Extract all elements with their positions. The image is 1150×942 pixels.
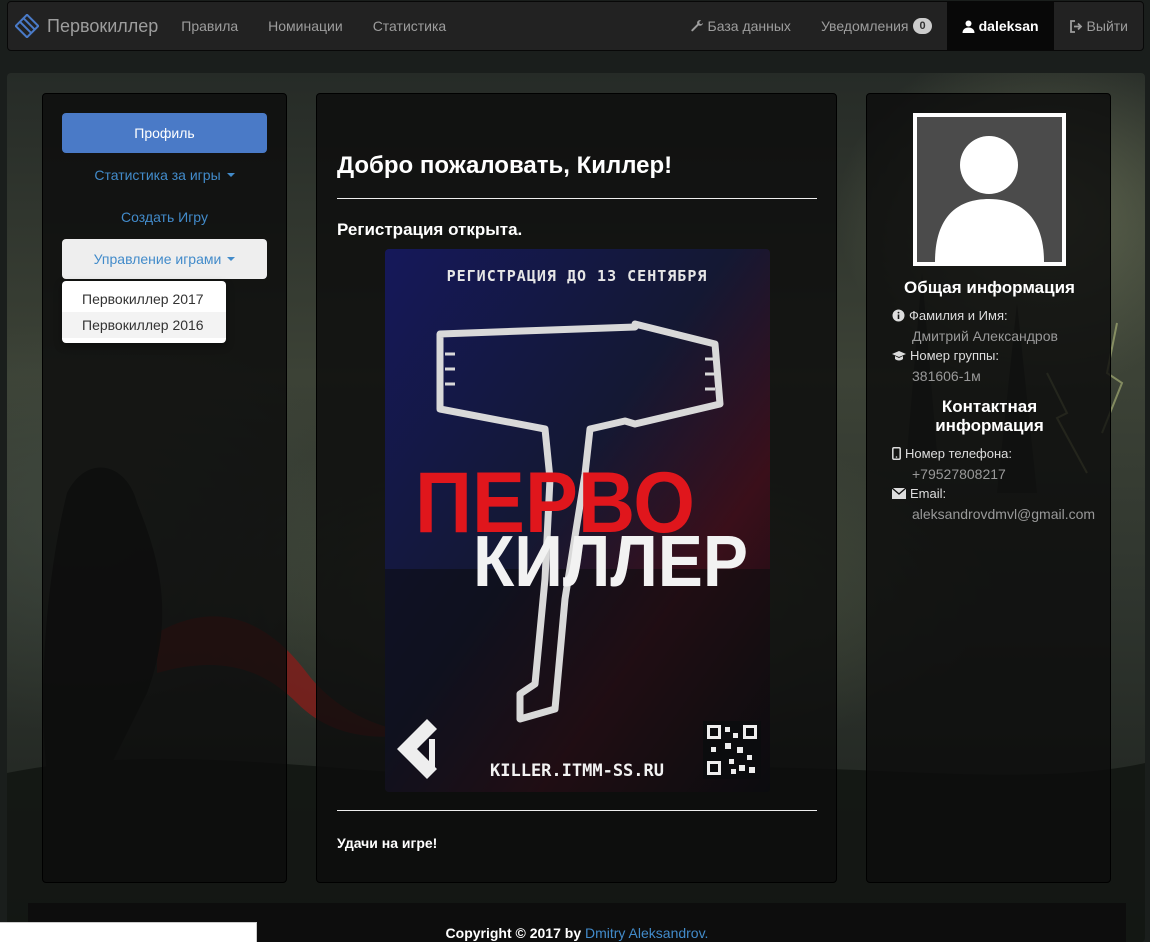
nav-user-label: daleksan <box>978 18 1039 34</box>
phone-label: Номер телефона: <box>892 446 1012 461</box>
email-label-text: Email: <box>910 486 947 501</box>
copyright-text: Copyright © 2017 by <box>445 925 582 941</box>
dropdown-item-2016[interactable]: Первокиллер 2016 <box>62 312 226 338</box>
phone-value: +79527808217 <box>912 466 1006 482</box>
good-luck-text: Удачи на игре! <box>337 835 438 851</box>
user-icon <box>962 20 975 33</box>
nav-logout[interactable]: Выйти <box>1054 2 1143 50</box>
wrench-icon <box>690 20 703 32</box>
nav-rules[interactable]: Правила <box>166 2 253 50</box>
notifications-badge: 0 <box>913 18 932 34</box>
general-info-title: Общая информация <box>904 278 1075 297</box>
bottom-left-bar <box>0 922 257 942</box>
profile-button[interactable]: Профиль <box>62 113 267 153</box>
manage-games-label: Управление играми <box>93 251 222 267</box>
stats-dropdown-toggle[interactable]: Статистика за игры <box>62 155 267 195</box>
registration-status: Регистрация открыта. <box>337 220 523 239</box>
brand[interactable]: Первокиллер <box>8 2 166 50</box>
author-link[interactable]: Dmitry Aleksandrov. <box>585 925 708 941</box>
stats-dropdown-label: Статистика за игры <box>94 167 221 183</box>
poster-top-text: РЕГИСТРАЦИЯ ДО 13 СЕНТЯБРЯ <box>447 267 708 285</box>
email-value: aleksandrovdmvl@gmail.com <box>912 506 1096 522</box>
top-navbar: Первокиллер Правила Номинации Статистика… <box>7 1 1144 51</box>
main-content-panel: Добро пожаловать, Киллер! Регистрация от… <box>316 93 837 883</box>
qr-code-icon <box>703 721 761 779</box>
divider <box>337 198 817 199</box>
page-background: Профиль Статистика за игры Создать Игру … <box>7 73 1145 942</box>
name-label-text: Фамилия и Имя: <box>909 308 1008 323</box>
contact-info-title-line1: Контактная <box>941 397 1038 416</box>
manage-games-dropdown-toggle[interactable]: Управление играми <box>62 239 267 279</box>
name-label: Фамилия и Имя: <box>892 308 1008 323</box>
poster-image: РЕГИСТРАЦИЯ ДО 13 СЕНТЯБРЯ ПЕРВО КИЛЛЕР … <box>385 249 770 792</box>
group-label-text: Номер группы: <box>910 348 999 363</box>
logout-icon <box>1069 19 1082 33</box>
contact-info-title-line2: информация <box>935 416 1044 435</box>
nav-database-label: База данных <box>707 18 791 34</box>
avatar <box>913 113 1066 266</box>
poster-word-killer: КИЛЛЕР <box>473 522 748 602</box>
manage-games-dropdown-menu: Первокиллер 2017 Первокиллер 2016 <box>62 281 226 343</box>
nav-notifications[interactable]: Уведомления 0 <box>806 2 947 50</box>
create-game-link[interactable]: Создать Игру <box>62 197 267 237</box>
divider <box>337 810 817 811</box>
left-sidebar-panel: Профиль Статистика за игры Создать Игру … <box>42 93 287 883</box>
nav-statistics[interactable]: Статистика <box>358 2 462 50</box>
game-poster: РЕГИСТРАЦИЯ ДО 13 СЕНТЯБРЯ ПЕРВО КИЛЛЕР … <box>385 249 770 792</box>
brand-logo-icon <box>15 14 39 38</box>
brand-title: Первокиллер <box>47 15 159 36</box>
welcome-heading: Добро пожаловать, Киллер! <box>337 152 673 179</box>
name-value: Дмитрий Александров <box>912 328 1058 344</box>
nav-logout-label: Выйти <box>1086 18 1128 34</box>
profile-info-panel: Общая информация Фамилия и Имя: Дмитрий … <box>866 93 1111 883</box>
nav-database[interactable]: База данных <box>675 2 806 50</box>
graduation-cap-icon <box>892 350 906 360</box>
poster-url: KILLER.ITMM-SS.RU <box>490 761 664 781</box>
envelope-icon <box>892 488 906 499</box>
nav-notifications-label: Уведомления <box>820 18 909 34</box>
phone-icon <box>892 447 901 460</box>
info-icon <box>892 309 905 322</box>
dropdown-item-2017[interactable]: Первокиллер 2017 <box>62 286 226 312</box>
group-value: 381606-1м <box>912 368 981 384</box>
caret-down-icon <box>227 257 236 261</box>
nav-user[interactable]: daleksan <box>946 2 1054 50</box>
avatar-placeholder-icon <box>935 136 1044 262</box>
nav-nominations[interactable]: Номинации <box>253 2 358 50</box>
group-label: Номер группы: <box>892 348 999 363</box>
phone-label-text: Номер телефона: <box>905 446 1012 461</box>
email-label: Email: <box>892 486 946 501</box>
caret-down-icon <box>226 173 235 177</box>
